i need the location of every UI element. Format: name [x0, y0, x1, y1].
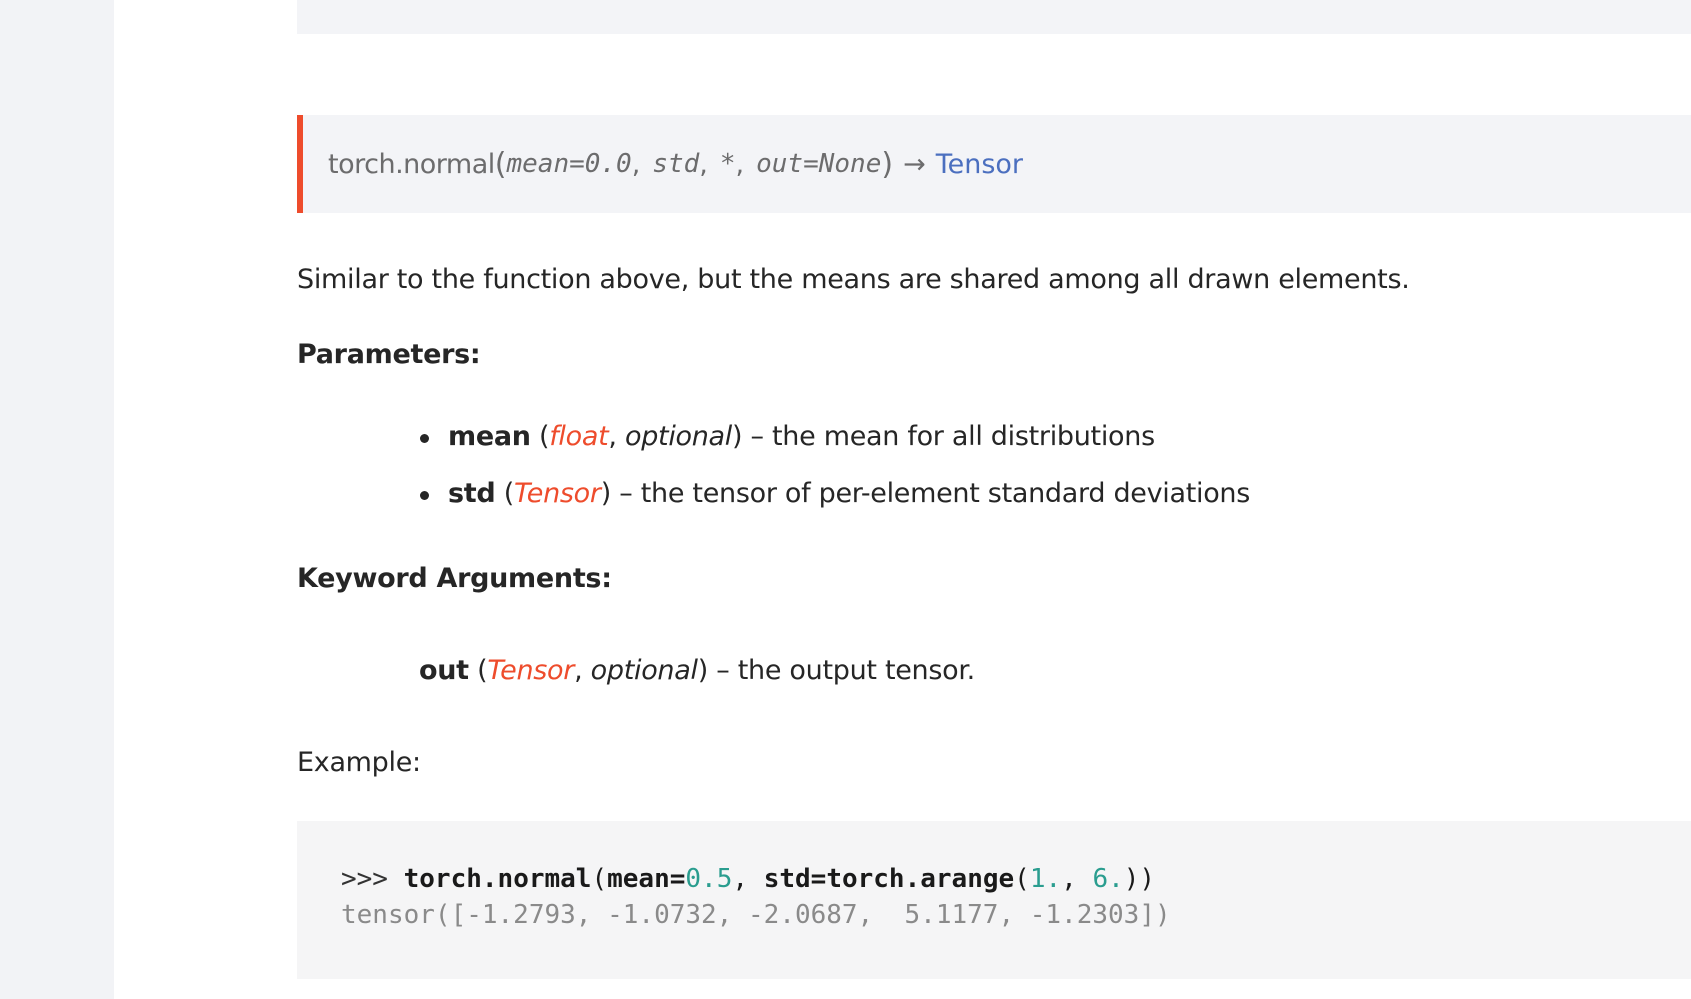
- param-std: std: [652, 149, 700, 179]
- return-arrow: →: [903, 148, 926, 180]
- keyword-argument-out: out (Tensor, optional) – the output tens…: [419, 655, 975, 686]
- code-prompt: >>>: [341, 864, 404, 894]
- code-arg2-name: std=: [763, 864, 827, 894]
- example-label: Example:: [297, 747, 421, 778]
- parameters-heading: Parameters:: [297, 339, 481, 370]
- code-arg1-value: 0.5: [685, 864, 733, 894]
- param-mean: mean=0.0: [506, 149, 632, 179]
- keyword-argument-optional: optional: [590, 655, 698, 686]
- bullet-icon: [420, 491, 429, 500]
- code-input-line: >>> torch.normal(mean=0.5, std=torch.ara…: [341, 864, 1156, 894]
- left-sidebar-background: [0, 0, 114, 999]
- function-name: torch.normal: [328, 148, 495, 180]
- previous-code-block: [297, 0, 1691, 34]
- bullet-icon: [420, 434, 429, 443]
- parameter-item-std: std (Tensor) – the tensor of per-element…: [420, 478, 1250, 535]
- code-arange-end: 6.: [1092, 864, 1124, 894]
- code-arg1-name: mean=: [607, 864, 686, 894]
- parameter-name: std: [448, 478, 496, 509]
- parameters-list: mean (float, optional) – the mean for al…: [420, 421, 1250, 535]
- code-output-line: tensor([-1.2793, -1.0732, -2.0687, 5.117…: [341, 900, 1171, 930]
- return-type-link[interactable]: Tensor: [936, 149, 1023, 180]
- keyword-argument-type-link[interactable]: Tensor: [487, 655, 574, 686]
- parameter-description: – the tensor of per-element standard dev…: [619, 478, 1250, 509]
- function-description: Similar to the function above, but the m…: [297, 264, 1410, 295]
- keyword-argument-name: out: [419, 655, 469, 686]
- function-signature: torch.normal(mean=0.0, std, *, out=None) → Te…: [297, 115, 1691, 213]
- param-out: out=None: [756, 149, 882, 179]
- code-call-name: torch.normal: [403, 864, 592, 894]
- parameter-type-link[interactable]: float: [549, 421, 608, 452]
- parameter-description: – the mean for all distributions: [750, 421, 1156, 452]
- param-star: *: [719, 149, 736, 179]
- parameter-name: mean: [448, 421, 531, 452]
- keyword-arguments-heading: Keyword Arguments:: [297, 563, 612, 594]
- parameter-type-link[interactable]: Tensor: [514, 478, 601, 509]
- code-arange-start: 1.: [1029, 864, 1062, 894]
- example-code-block[interactable]: >>> torch.normal(mean=0.5, std=torch.ara…: [297, 821, 1691, 979]
- keyword-argument-description: – the output tensor.: [716, 655, 975, 686]
- parameter-item-mean: mean (float, optional) – the mean for al…: [420, 421, 1250, 478]
- code-arg2-func: torch.arange: [826, 864, 1015, 894]
- parameter-optional: optional: [624, 421, 732, 452]
